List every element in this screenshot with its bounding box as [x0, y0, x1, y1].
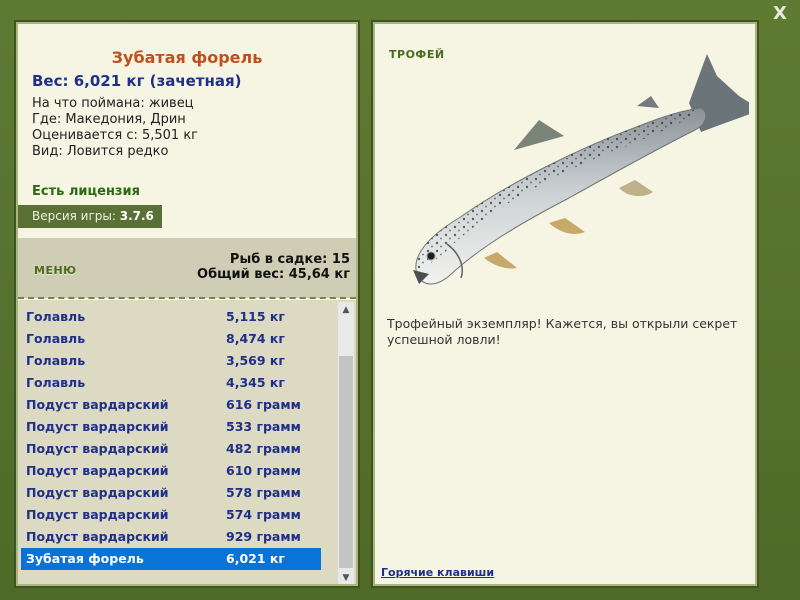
catch-fish-weight: 8,474 кг	[226, 331, 285, 346]
trophy-panel: ТРОФЕЙ Трофейный экземпляр! Кажется, вы …	[373, 22, 757, 586]
catch-list-row[interactable]: Голавль 5,115 кг	[21, 306, 321, 328]
catch-list-row[interactable]: Голавль 3,569 кг	[21, 350, 321, 372]
catch-fish-weight: 482 грамм	[226, 441, 301, 456]
catch-fish-weight: 574 грамм	[226, 507, 301, 522]
fish-pelvic-fin	[549, 218, 585, 234]
catch-list-row[interactable]: Подуст вардарский 929 грамм	[21, 526, 321, 548]
catch-list-scrollbar[interactable]: ▲ ▼	[338, 302, 354, 584]
catch-list-row[interactable]: Подуст вардарский 533 грамм	[21, 416, 321, 438]
catch-list-row[interactable]: Голавль 8,474 кг	[21, 328, 321, 350]
catch-list-row[interactable]: Зубатая форель 6,021 кг	[21, 548, 321, 570]
fish-title: Зубатая форель	[111, 48, 263, 67]
catch-fish-weight: 6,021 кг	[226, 551, 285, 566]
catch-fish-name: Подуст вардарский	[26, 441, 169, 456]
catch-fish-name: Подуст вардарский	[26, 397, 169, 412]
catch-fish-weight: 610 грамм	[226, 463, 301, 478]
catch-fish-weight: 533 грамм	[226, 419, 301, 434]
chevron-down-icon[interactable]: ▼	[338, 570, 354, 584]
fish-weight: Вес: 6,021 кг (зачетная)	[32, 72, 242, 90]
catch-fish-weight: 5,115 кг	[226, 309, 285, 324]
fish-rarity: Вид: Ловится редко	[32, 144, 169, 159]
catch-fish-name: Зубатая форель	[26, 551, 144, 566]
catch-fish-weight: 616 грамм	[226, 397, 301, 412]
fish-pectoral-fin	[484, 252, 517, 269]
fish-image	[413, 54, 749, 285]
fish-anal-fin	[619, 180, 653, 197]
fish-adipose-fin	[637, 96, 659, 108]
catch-fish-name: Подуст вардарский	[26, 419, 169, 434]
divider	[18, 297, 356, 299]
catch-fish-name: Подуст вардарский	[26, 485, 169, 500]
catch-fish-weight: 578 грамм	[226, 485, 301, 500]
catch-fish-weight: 4,345 кг	[226, 375, 285, 390]
catch-fish-weight: 929 грамм	[226, 529, 301, 544]
fish-bait: На что поймана: живец	[32, 96, 194, 111]
chevron-up-icon[interactable]: ▲	[338, 302, 354, 318]
hotkeys-link[interactable]: Горячие клавиши	[381, 566, 494, 579]
game-version-label: Версия игры:	[32, 209, 120, 223]
catch-fish-name: Подуст вардарский	[26, 507, 169, 522]
catch-list: Голавль 5,115 кг Голавль 8,474 кг Голавль 3,5…	[21, 306, 321, 570]
catch-fish-name: Подуст вардарский	[26, 529, 169, 544]
fish-location: Где: Македония, Дрин	[32, 112, 186, 127]
catch-fish-name: Голавль	[26, 309, 86, 324]
catch-fish-name: Голавль	[26, 331, 86, 346]
game-version: Версия игры: 3.7.6	[18, 205, 162, 228]
fish-price-threshold: Оценивается с: 5,501 кг	[32, 128, 199, 143]
catch-list-row[interactable]: Подуст вардарский 616 грамм	[21, 394, 321, 416]
catch-list-row[interactable]: Голавль 4,345 кг	[21, 372, 321, 394]
keepnet-count: Рыб в садке: 15	[229, 252, 350, 267]
close-button[interactable]: X	[768, 2, 792, 26]
fish-info-panel: Зубатая форель Вес: 6,021 кг (зачетная) …	[16, 22, 358, 586]
catch-list-area: Голавль 5,115 кг Голавль 8,474 кг Голавль 3,5…	[18, 300, 356, 584]
keepnet-total-weight: Общий вес: 45,64 кг	[197, 267, 350, 282]
catch-fish-name: Голавль	[26, 375, 86, 390]
catch-list-row[interactable]: Подуст вардарский 578 грамм	[21, 482, 321, 504]
catch-list-row[interactable]: Подуст вардарский 482 грамм	[21, 438, 321, 460]
fish-eye	[426, 251, 436, 261]
catch-fish-name: Голавль	[26, 353, 86, 368]
license-status: Есть лицензия	[32, 184, 140, 199]
trophy-description: Трофейный экземпляр! Кажется, вы открыли…	[387, 316, 738, 347]
menu-button[interactable]: МЕНЮ	[34, 264, 77, 277]
fish-dorsal-fin	[514, 120, 564, 150]
scrollbar-thumb[interactable]	[339, 356, 353, 568]
catch-fish-weight: 3,569 кг	[226, 353, 285, 368]
game-version-value: 3.7.6	[119, 209, 154, 223]
catch-list-row[interactable]: Подуст вардарский 574 грамм	[21, 504, 321, 526]
catch-list-row[interactable]: Подуст вардарский 610 грамм	[21, 460, 321, 482]
catch-fish-name: Подуст вардарский	[26, 463, 169, 478]
